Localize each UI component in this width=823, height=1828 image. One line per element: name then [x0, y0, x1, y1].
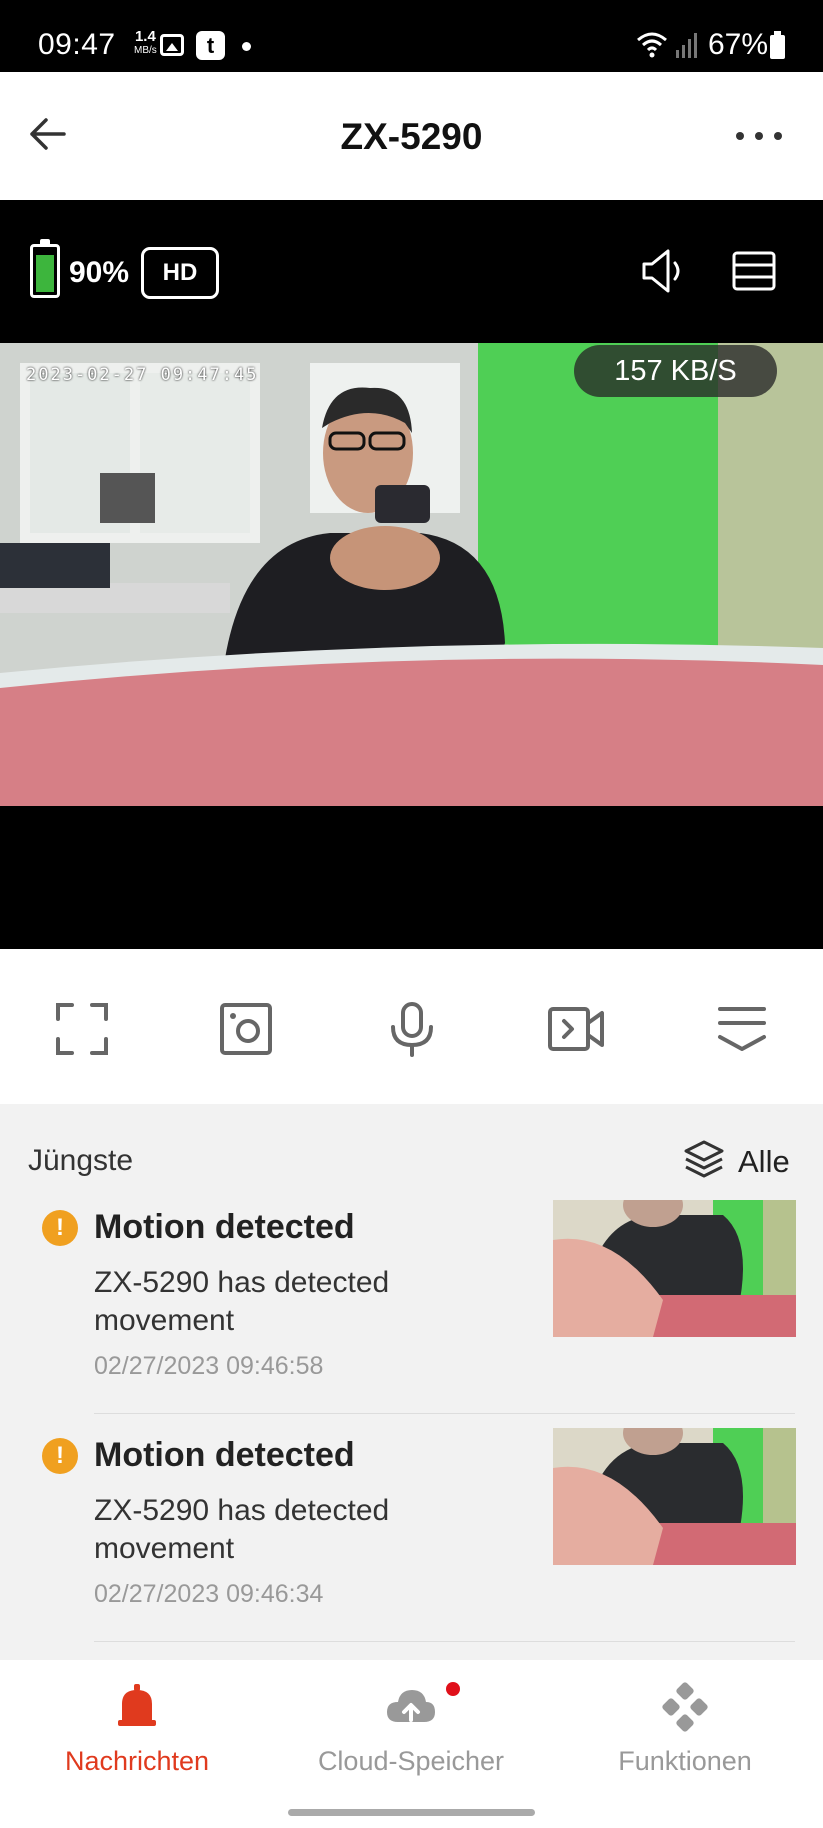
bottom-navigation: Nachrichten Cloud-Speicher Funktionen — [0, 1660, 823, 1828]
battery-percent: 67% — [708, 28, 769, 61]
status-time: 09:47 — [38, 28, 116, 61]
fullscreen-icon[interactable] — [54, 1001, 110, 1057]
app-notification-icon: t — [196, 31, 225, 60]
nav-label: Funktionen — [618, 1746, 752, 1776]
quality-hd-button[interactable]: HD — [141, 247, 219, 299]
event-title: Motion detected — [94, 1436, 355, 1474]
nav-tab-funktionen[interactable]: Funktionen — [548, 1660, 822, 1790]
camera-battery-fill — [36, 254, 54, 292]
microphone-icon[interactable] — [384, 1001, 440, 1057]
bitrate-badge: 157 KB/S — [574, 345, 777, 397]
camera-battery-icon — [30, 239, 60, 298]
event-description: ZX-5290 has detected movement — [94, 1494, 390, 1565]
network-speed-value: 1.4 — [134, 28, 156, 45]
more-notifications-dot-icon — [242, 42, 251, 51]
all-events-label: Alle — [738, 1144, 790, 1179]
camera-feed[interactable]: 2023-02-27 09:47:45 157 KB/S — [0, 343, 823, 806]
bell-icon — [118, 1684, 156, 1726]
camera-feed-image — [0, 343, 823, 806]
video-controls-bar — [0, 949, 823, 1104]
more-options-icon[interactable] — [734, 128, 784, 144]
event-list-item[interactable]: ! Motion detected ZX-5290 has detected m… — [0, 1414, 823, 1642]
event-thumbnail[interactable] — [553, 1428, 796, 1565]
nav-label: Cloud-Speicher — [317, 1746, 505, 1776]
network-speed: 1.4 MB/s — [134, 28, 157, 58]
network-speed-unit: MB/s — [134, 45, 157, 56]
event-timestamp: 02/27/2023 09:46:34 — [94, 1580, 324, 1608]
event-thumbnail-image — [553, 1428, 796, 1565]
nav-tab-cloud-speicher[interactable]: Cloud-Speicher — [274, 1660, 548, 1790]
event-timestamp: 02/27/2023 09:46:58 — [94, 1352, 324, 1380]
wifi-signal-icon — [637, 32, 697, 58]
page-title: ZX-5290 — [340, 116, 483, 157]
event-title: Motion detected — [94, 1208, 355, 1246]
warning-icon: ! — [42, 1438, 78, 1474]
event-description: ZX-5290 has detected movement — [94, 1266, 390, 1337]
expand-menu-icon[interactable] — [714, 1001, 770, 1057]
gallery-notification-icon — [160, 34, 184, 56]
cloud-upload-icon — [387, 1690, 435, 1722]
warning-icon: ! — [42, 1210, 78, 1246]
top-app-bar: ZX-5290 — [0, 72, 823, 200]
recent-heading: Jüngste — [28, 1144, 134, 1177]
speaker-icon[interactable] — [640, 246, 686, 296]
status-bar: 09:47 1.4 MB/s t 67% — [0, 0, 823, 72]
nav-tab-nachrichten[interactable]: Nachrichten — [0, 1660, 274, 1790]
record-video-icon[interactable] — [548, 1001, 604, 1057]
nav-label: Nachrichten — [64, 1746, 210, 1776]
event-list-item[interactable]: ! Motion detected ZX-5290 has detected m… — [0, 1186, 823, 1414]
battery-icon — [770, 31, 785, 59]
event-divider — [94, 1641, 795, 1642]
event-thumbnail-image — [553, 1200, 796, 1337]
features-grid-icon — [662, 1682, 708, 1732]
camera-battery-percent: 90% — [69, 256, 130, 289]
timestamp-overlay: 2023-02-27 09:47:45 — [26, 365, 259, 385]
home-indicator[interactable] — [288, 1809, 535, 1816]
layers-icon — [684, 1140, 724, 1178]
screenshot-camera-icon[interactable] — [218, 1001, 274, 1057]
all-events-button[interactable]: Alle — [682, 1138, 802, 1184]
notification-badge — [446, 1682, 460, 1696]
event-thumbnail[interactable] — [553, 1200, 796, 1337]
live-video-panel: 90% HD 2023-02-27 09:47:45 157 KB/S — [0, 200, 823, 949]
layout-toggle-icon[interactable] — [731, 250, 777, 292]
